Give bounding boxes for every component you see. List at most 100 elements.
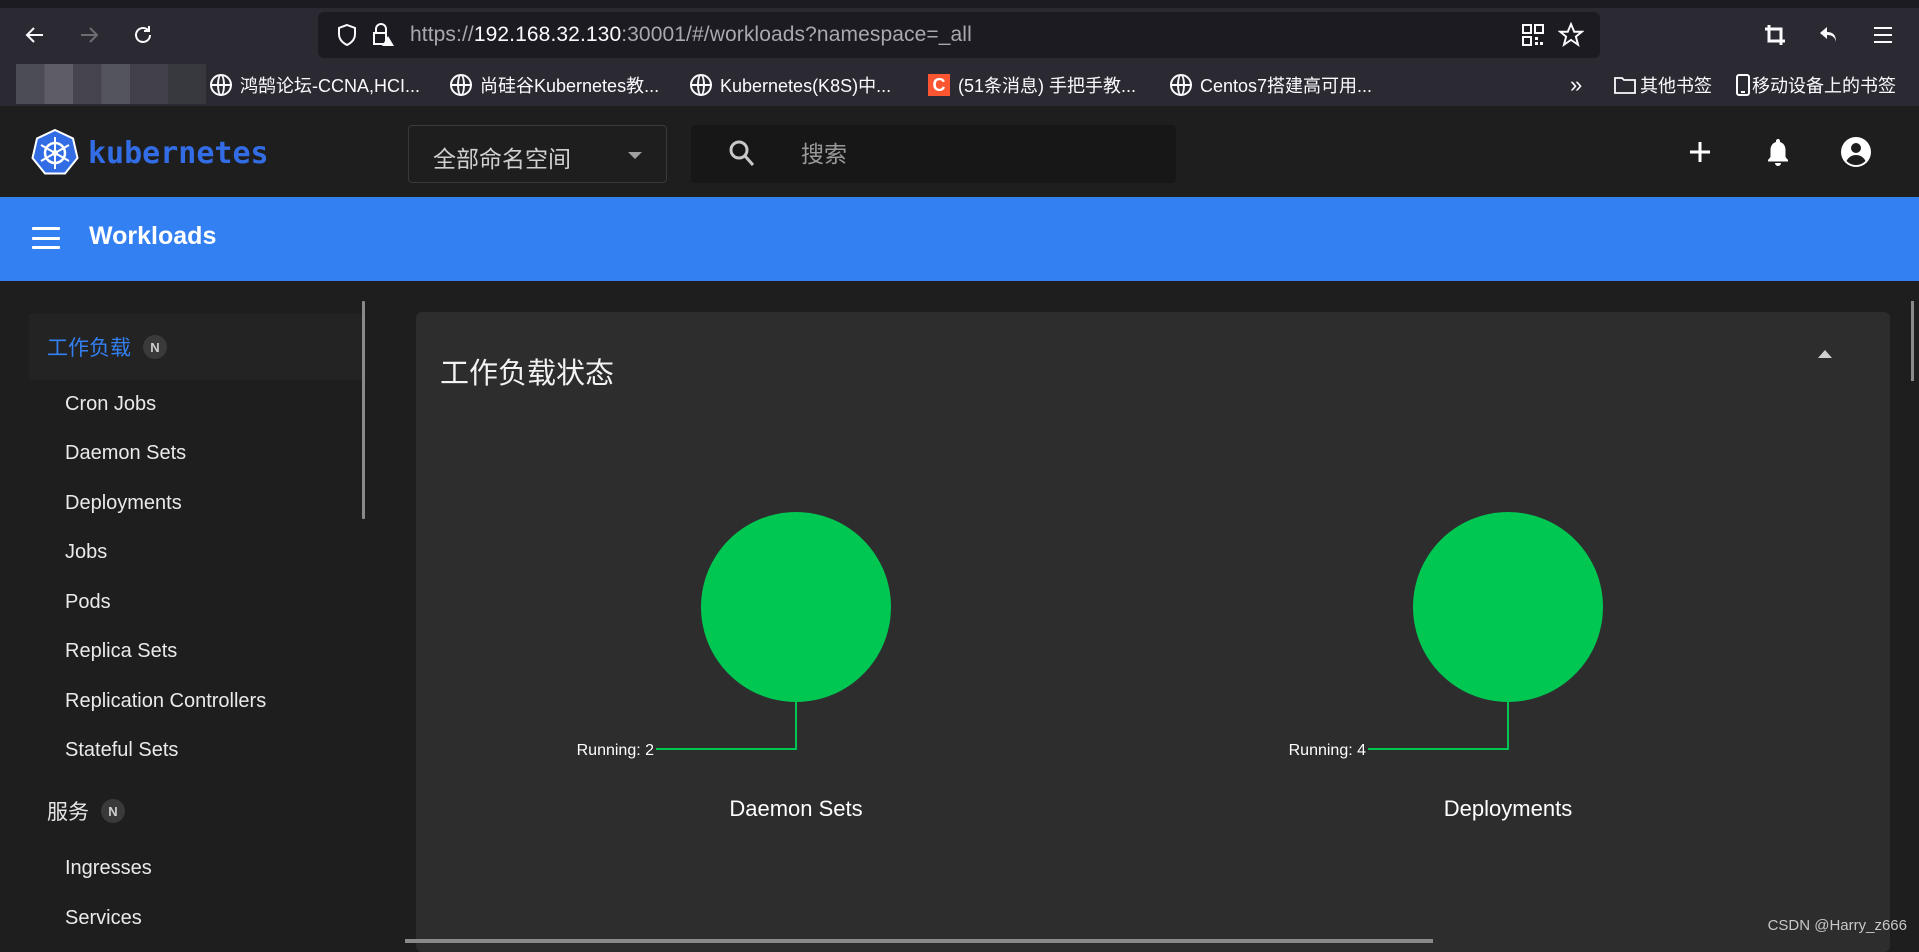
create-button[interactable] [1680, 132, 1720, 172]
sidebar-item-stateful-sets[interactable]: Stateful Sets [65, 739, 178, 762]
chart-deployments: Running: 4 Deployments [1289, 512, 1603, 821]
sidebar-item-daemon-sets[interactable]: Daemon Sets [65, 442, 186, 465]
search-box[interactable] [691, 125, 1176, 183]
search-input[interactable] [801, 135, 1161, 173]
forward-icon [81, 27, 99, 43]
leader-line [1368, 702, 1509, 750]
sidebar-item-replica-sets[interactable]: Replica Sets [65, 640, 177, 663]
undo-icon [1820, 27, 1836, 42]
mobile-bookmarks-folder[interactable]: 移动设备上的书签 [1736, 72, 1896, 98]
main-content: 工作负载状态 Running: 2 Daemon Sets Running: 4… [375, 281, 1919, 952]
folder-icon [1614, 77, 1636, 94]
sidebar-item-deployments[interactable]: Deployments [65, 492, 182, 515]
sidebar-item-pods[interactable]: Pods [65, 591, 111, 614]
url-bar[interactable]: https://192.168.32.130:30001/#/workloads… [318, 12, 1600, 58]
menu-toggle-icon[interactable] [32, 227, 60, 249]
sidebar-item-jobs[interactable]: Jobs [65, 541, 107, 564]
slice-label: Running: 4 [1289, 742, 1366, 759]
notifications-button[interactable] [1758, 132, 1798, 172]
bookmark-label: (51条消息) 手把手教... [958, 76, 1137, 96]
bookmark-label: 鸿鹄论坛-CCNA,HCI... [240, 76, 420, 96]
leader-line [656, 702, 797, 750]
sidebar-group-label: 工作负载 [47, 337, 131, 360]
sidebar: 工作负载 N Cron Jobs Daemon Sets Deployments… [0, 281, 375, 943]
logo-text: kubernetes [88, 135, 269, 171]
bookmark-label: Centos7搭建高可用... [1200, 76, 1373, 96]
page-toolbar: Workloads [0, 197, 1919, 281]
sidebar-item-ingresses[interactable]: Ingresses [65, 857, 152, 880]
kubernetes-helm-icon [31, 128, 79, 175]
reload-button[interactable] [128, 20, 158, 50]
collapse-icon[interactable] [1818, 350, 1832, 358]
back-icon [25, 27, 43, 43]
horizontal-scrollbar[interactable] [405, 939, 1433, 943]
screenshot-button[interactable] [1760, 20, 1790, 50]
sidebar-group-services[interactable]: 服务 N [29, 778, 362, 844]
bookmark-label: Kubernetes(K8S)中... [720, 76, 892, 96]
chart-title: Daemon Sets [729, 796, 862, 821]
card-title: 工作负载状态 [440, 358, 615, 390]
crop-icon [1765, 25, 1785, 45]
search-icon [729, 140, 755, 166]
kubernetes-logo[interactable]: kubernetes [30, 128, 269, 178]
browser-menu-button[interactable] [1868, 20, 1898, 50]
slice-label: Running: 2 [577, 742, 654, 759]
sidebar-scrollbar[interactable] [362, 301, 365, 519]
add-icon [1690, 142, 1710, 162]
reload-icon [135, 26, 151, 43]
sidebar-item-replication-controllers[interactable]: Replication Controllers [65, 690, 266, 713]
chart-title: Deployments [1444, 796, 1572, 821]
mobile-device-icon [1736, 74, 1750, 96]
bookmark-label: 尚硅谷Kubernetes教... [480, 76, 660, 96]
workload-status-charts: Running: 2 Daemon Sets Running: 4 Deploy… [577, 512, 1603, 821]
main-scrollbar[interactable] [1911, 301, 1914, 381]
bookmark-item[interactable]: C (51条消息) 手把手教... [928, 72, 1136, 98]
undo-button[interactable] [1814, 20, 1844, 50]
caret-down-icon [628, 152, 642, 159]
other-bookmarks-label: 其他书签 [1640, 76, 1712, 96]
bookmark-item[interactable]: Centos7搭建高可用... [1170, 72, 1372, 98]
insecure-lock-icon[interactable] [370, 22, 396, 48]
page-title: Workloads [89, 222, 217, 250]
sidebar-group-label: 服务 [47, 801, 89, 824]
pie-slice-running [701, 512, 891, 702]
shield-icon[interactable] [334, 22, 360, 48]
csdn-icon: C [928, 74, 950, 96]
bookmark-item[interactable]: 尚硅谷Kubernetes教... [450, 72, 659, 98]
url-scheme: https:// [410, 23, 474, 46]
namespaced-badge: N [143, 335, 167, 359]
bookmarks-overflow-button[interactable]: » [1570, 72, 1582, 98]
globe-icon [1170, 74, 1192, 96]
namespaced-badge: N [101, 799, 125, 823]
app-header: kubernetes 全部命名空间 [0, 106, 1919, 197]
bookmark-star-icon[interactable] [1558, 22, 1584, 48]
qr-code-icon[interactable] [1520, 22, 1546, 48]
browser-tab-strip [0, 0, 1919, 8]
sidebar-item-services[interactable]: Services [65, 907, 142, 930]
bookmark-item[interactable]: 鸿鹄论坛-CCNA,HCI... [210, 72, 420, 98]
globe-icon [210, 74, 232, 96]
account-circle-icon [1841, 137, 1871, 167]
hamburger-icon [1874, 27, 1892, 43]
workload-status-card: 工作负载状态 Running: 2 Daemon Sets Running: 4… [416, 312, 1890, 952]
globe-icon [450, 74, 472, 96]
url-text[interactable]: https://192.168.32.130:30001/#/workloads… [410, 23, 972, 47]
browser-toolbar: https://192.168.32.130:30001/#/workloads… [0, 8, 1919, 62]
forward-button[interactable] [74, 20, 104, 50]
url-path: :30001/#/workloads?namespace=_all [621, 23, 972, 46]
account-button[interactable] [1836, 132, 1876, 172]
blurred-bookmark[interactable] [16, 64, 206, 104]
watermark: CSDN @Harry_z666 [1767, 917, 1907, 934]
namespace-select[interactable]: 全部命名空间 [408, 125, 667, 183]
chart-daemon-sets: Running: 2 Daemon Sets [577, 512, 891, 821]
globe-icon [690, 74, 712, 96]
sidebar-item-cron-jobs[interactable]: Cron Jobs [65, 393, 156, 416]
bookmark-item[interactable]: Kubernetes(K8S)中... [690, 72, 891, 98]
url-host: 192.168.32.130 [473, 23, 622, 46]
other-bookmarks-folder[interactable]: 其他书签 [1614, 72, 1712, 98]
bookmarks-bar: 鸿鹄论坛-CCNA,HCI... 尚硅谷Kubernetes教... Kuber… [0, 62, 1919, 106]
pie-slice-running [1413, 512, 1603, 702]
sidebar-group-workloads[interactable]: 工作负载 N [29, 314, 362, 380]
back-button[interactable] [20, 20, 50, 50]
bell-icon [1768, 139, 1788, 166]
